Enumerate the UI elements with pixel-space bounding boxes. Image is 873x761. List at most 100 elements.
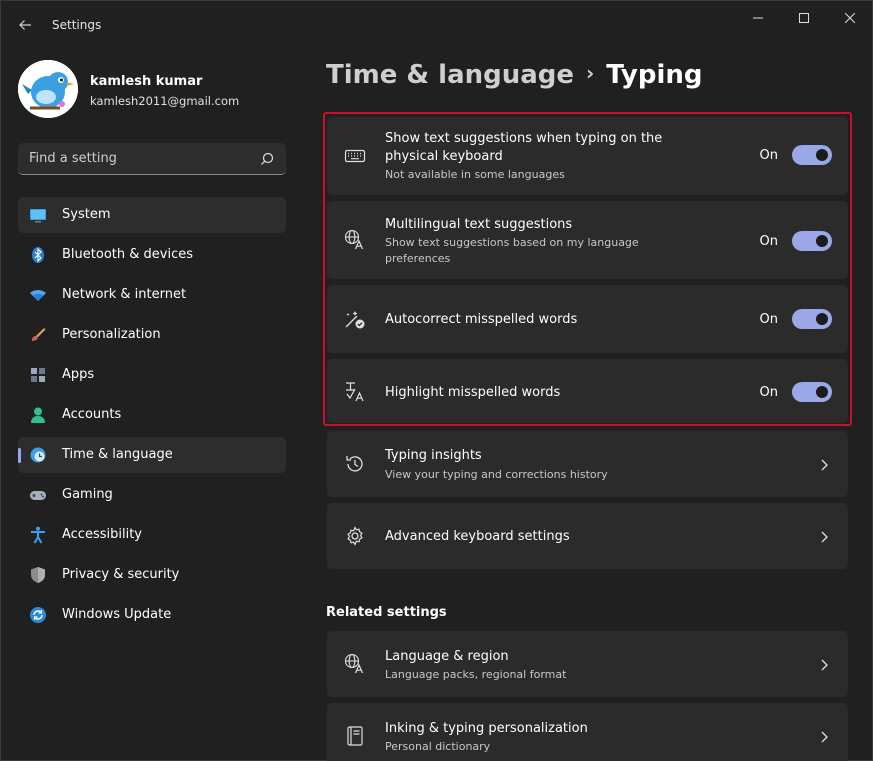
person-icon <box>31 407 45 423</box>
sidebar-item-label: Accessibility <box>62 527 142 542</box>
sidebar-item-accessibility[interactable]: Accessibility <box>18 517 286 553</box>
wifi-icon <box>30 289 46 301</box>
sidebar-item-apps[interactable]: Apps <box>18 357 286 393</box>
sidebar-item-label: Bluetooth & devices <box>62 247 193 262</box>
back-button[interactable] <box>13 13 37 37</box>
autocorrect-toggle[interactable] <box>792 309 832 329</box>
sidebar-item-time-language[interactable]: Time & language <box>18 437 286 473</box>
sidebar-item-gaming[interactable]: Gaming <box>18 477 286 513</box>
text-suggestions-toggle[interactable] <box>792 145 832 165</box>
toggle-knob <box>816 149 828 161</box>
clock-globe-icon <box>30 447 46 463</box>
setting-description: View your typing and corrections history <box>385 468 608 481</box>
related-settings-heading: Related settings <box>326 605 447 620</box>
bird-avatar-icon <box>18 60 78 118</box>
highlight-icon <box>346 382 364 402</box>
breadcrumb-separator: › <box>586 61 595 85</box>
related-inking-typing[interactable]: Inking & typing personalization Personal… <box>327 703 848 761</box>
close-button[interactable] <box>828 1 872 35</box>
selection-indicator <box>18 448 21 463</box>
sidebar-item-network[interactable]: Network & internet <box>18 277 286 313</box>
setting-title: Multilingual text suggestions <box>385 217 573 232</box>
toggle-knob <box>816 235 828 247</box>
setting-text-suggestions: Show text suggestions when typing on the… <box>327 117 848 195</box>
breadcrumb: Time & language › Typing <box>326 60 703 90</box>
chevron-right-icon <box>821 731 828 743</box>
brush-icon <box>32 328 46 341</box>
setting-description: Personal dictionary <box>385 740 491 753</box>
sidebar-item-label: Gaming <box>62 487 113 502</box>
sidebar-nav: System Bluetooth & devices Network & int… <box>18 197 286 637</box>
bluetooth-icon <box>32 247 44 263</box>
setting-advanced-keyboard[interactable]: Advanced keyboard settings <box>327 503 848 569</box>
language-icon <box>344 653 364 674</box>
book-icon <box>347 726 363 746</box>
highlight-toggle[interactable] <box>792 382 832 402</box>
toggle-knob <box>816 313 828 325</box>
keyboard-icon <box>344 149 366 163</box>
app-title: Settings <box>52 18 102 32</box>
history-icon <box>346 456 363 472</box>
toggle-state-label: On <box>759 312 778 327</box>
search-box[interactable]: Find a setting <box>18 143 286 175</box>
chevron-right-icon <box>821 459 828 471</box>
sidebar-item-windows-update[interactable]: Windows Update <box>18 597 286 633</box>
back-arrow-icon <box>19 20 31 30</box>
setting-highlight-misspelled: Highlight misspelled words On <box>327 359 848 423</box>
toggle-state-label: On <box>759 385 778 400</box>
breadcrumb-parent[interactable]: Time & language <box>326 60 574 90</box>
sidebar-item-label: Network & internet <box>62 287 187 302</box>
user-name: kamlesh kumar <box>90 74 203 89</box>
maximize-button[interactable] <box>782 1 826 35</box>
setting-description: Language packs, regional format <box>385 668 567 681</box>
setting-autocorrect: Autocorrect misspelled words On <box>327 285 848 353</box>
toggle-state-label: On <box>759 234 778 249</box>
search-icon[interactable] <box>259 151 275 167</box>
chevron-right-icon <box>821 531 828 543</box>
close-icon <box>845 13 855 23</box>
language-icon <box>344 229 364 250</box>
sidebar-item-label: Personalization <box>62 327 161 342</box>
setting-title: Inking & typing personalization <box>385 721 588 736</box>
toggle-state-label: On <box>759 148 778 163</box>
setting-description: Not available in some languages <box>385 168 565 181</box>
sidebar-item-bluetooth[interactable]: Bluetooth & devices <box>18 237 286 273</box>
setting-description: Show text suggestions based on my langua… <box>385 236 639 249</box>
setting-multilingual: Multilingual text suggestions Show text … <box>327 201 848 279</box>
setting-title: Advanced keyboard settings <box>385 529 570 544</box>
accessibility-icon <box>31 526 45 544</box>
search-input[interactable]: Find a setting <box>29 151 117 166</box>
sidebar-item-label: Windows Update <box>62 607 172 622</box>
maximize-icon <box>799 13 809 23</box>
page-title: Typing <box>606 60 703 90</box>
sidebar-item-personalization[interactable]: Personalization <box>18 317 286 353</box>
autocorrect-icon <box>345 311 365 329</box>
avatar[interactable] <box>18 60 78 118</box>
related-language-region[interactable]: Language & region Language packs, region… <box>327 631 848 697</box>
update-icon <box>30 607 46 623</box>
user-email: kamlesh2011@gmail.com <box>90 94 240 108</box>
setting-description-line2: preferences <box>385 252 451 265</box>
system-icon <box>30 209 46 223</box>
minimize-button[interactable] <box>736 1 780 35</box>
sidebar-item-label: Privacy & security <box>62 567 180 582</box>
shield-icon <box>31 567 45 583</box>
sidebar-item-accounts[interactable]: Accounts <box>18 397 286 433</box>
apps-icon <box>31 368 45 382</box>
setting-title: Typing insights <box>385 448 482 463</box>
toggle-knob <box>816 386 828 398</box>
sidebar-item-label: Accounts <box>62 407 122 422</box>
title-bar: Settings <box>1 1 872 49</box>
gear-icon <box>347 526 363 546</box>
setting-typing-insights[interactable]: Typing insights View your typing and cor… <box>327 431 848 497</box>
setting-title: Highlight misspelled words <box>385 385 561 400</box>
minimize-icon <box>753 17 763 19</box>
sidebar-item-label: Time & language <box>62 447 173 462</box>
sidebar-item-privacy[interactable]: Privacy & security <box>18 557 286 593</box>
multilingual-toggle[interactable] <box>792 231 832 251</box>
settings-window: Settings kamlesh kumar kamlesh2011@gmail… <box>0 0 873 761</box>
setting-title: Autocorrect misspelled words <box>385 312 578 327</box>
sidebar-item-label: Apps <box>62 367 95 382</box>
gamepad-icon <box>30 491 46 500</box>
sidebar-item-system[interactable]: System <box>18 197 286 233</box>
